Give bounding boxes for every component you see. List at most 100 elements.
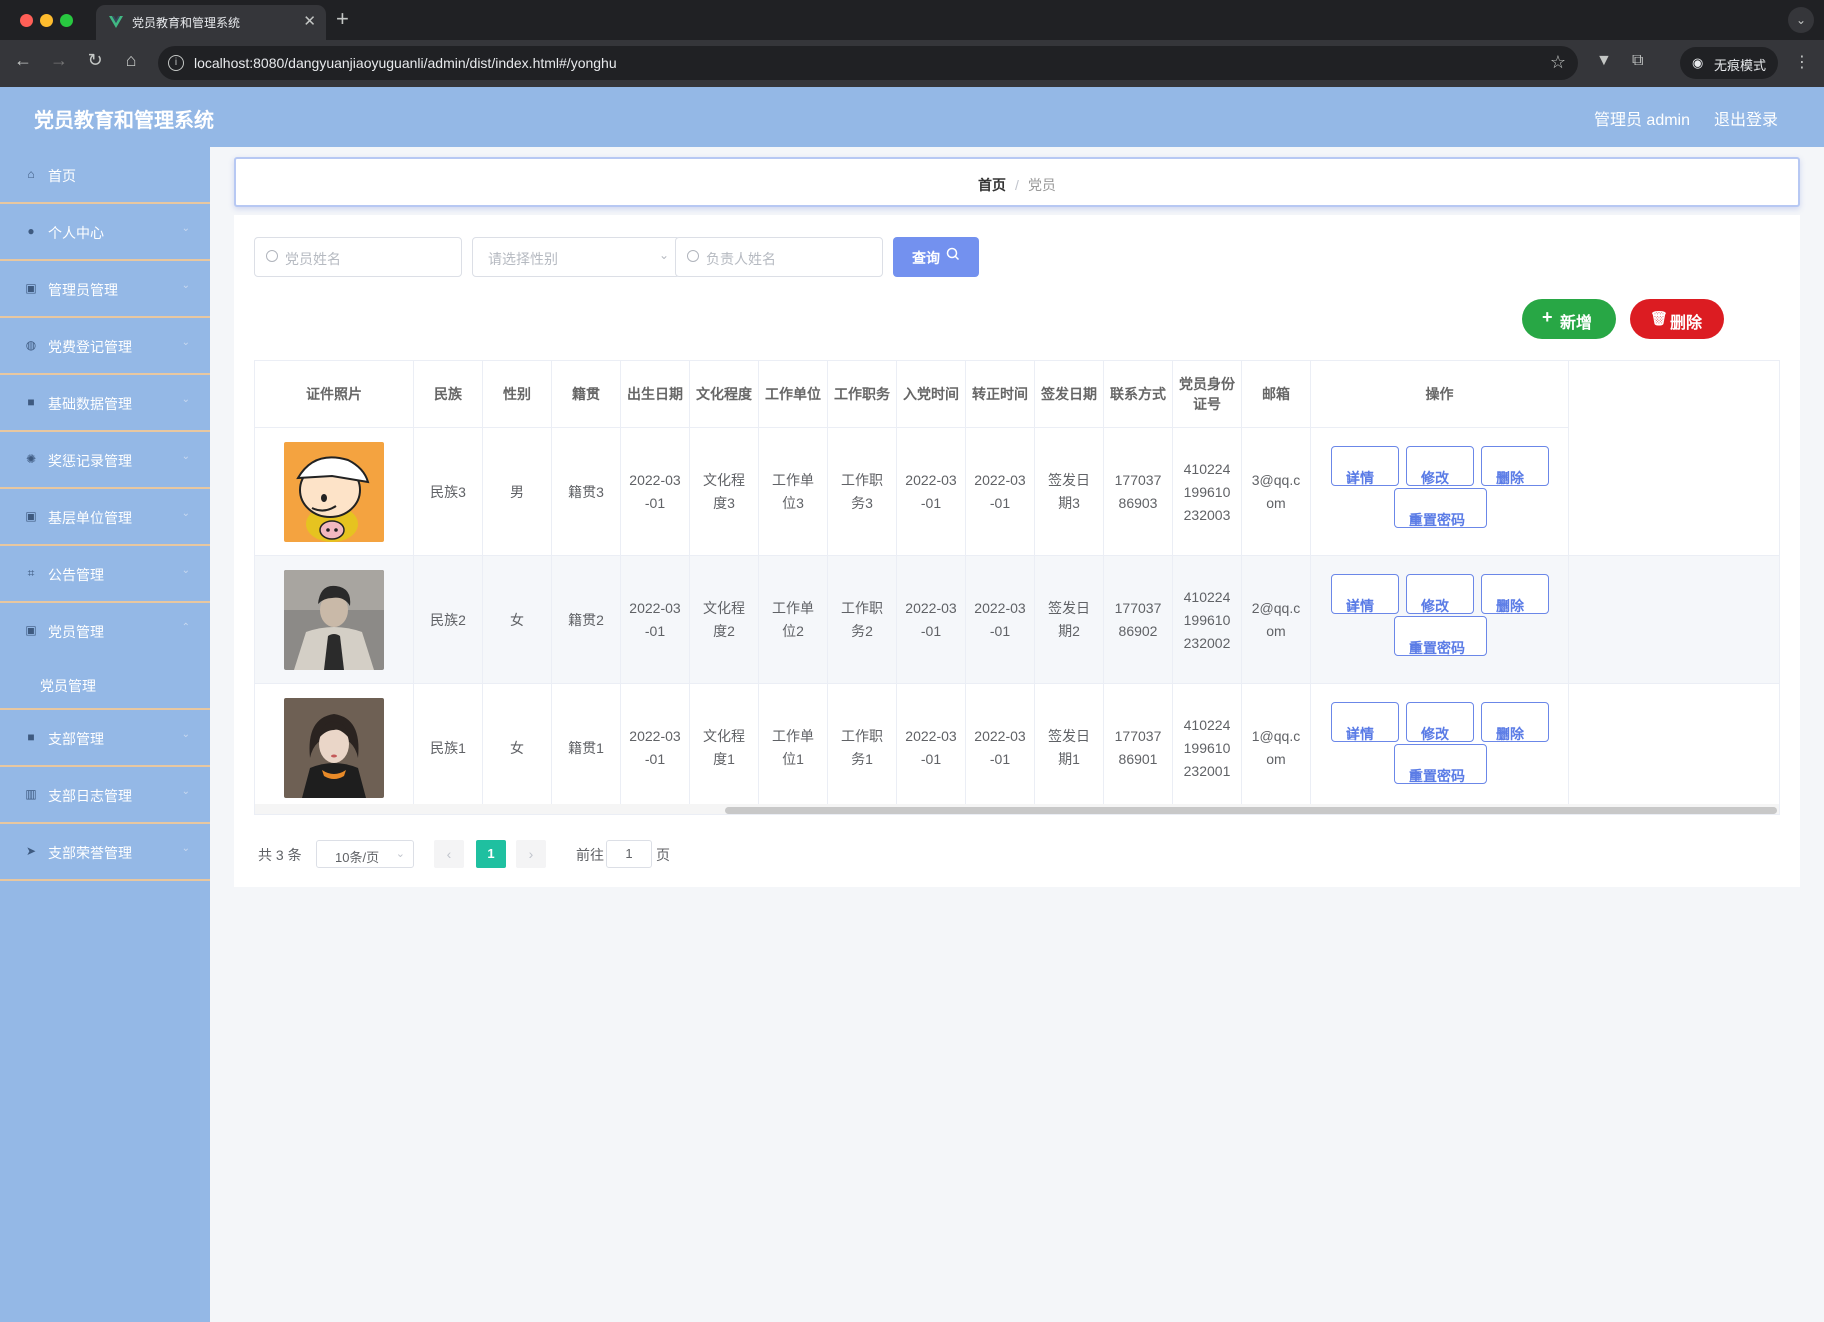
delete-label: 删除: [1496, 726, 1524, 742]
minimize-window-button[interactable]: [40, 14, 53, 27]
edit-button[interactable]: ✎ 修改: [1406, 702, 1474, 742]
url-text[interactable]: localhost:8080/dangyuanjiaoyuguanli/admi…: [194, 55, 617, 71]
id-number-cell: 410224199610232002: [1173, 556, 1242, 684]
edit-label: 修改: [1421, 726, 1449, 742]
sidebar-item-branches[interactable]: ■ 支部管理 ⌄: [0, 710, 210, 767]
settings-icon: ✺: [25, 452, 37, 466]
column-header: 入党时间: [897, 361, 966, 428]
goto-page-input[interactable]: 1: [606, 840, 652, 868]
work-position-cell: 工作职务3: [828, 428, 897, 556]
site-info-icon[interactable]: i: [168, 55, 184, 71]
sidebar-item-label: 管理员管理: [48, 282, 118, 298]
chevron-up-icon: ⌃: [181, 622, 190, 633]
incognito-badge[interactable]: ◉ 无痕模式: [1680, 47, 1778, 79]
prev-page-button[interactable]: ‹: [434, 840, 464, 868]
gender-cell: 男: [483, 428, 552, 556]
sidebar-item-rewards[interactable]: ✺ 奖惩记录管理 ⌄: [0, 432, 210, 489]
vue-devtools-icon[interactable]: ▼: [1596, 52, 1612, 70]
detail-label: 详情: [1346, 726, 1374, 742]
page-number-current[interactable]: 1: [476, 840, 506, 868]
maximize-window-button[interactable]: [60, 14, 73, 27]
reset-password-button[interactable]: ▤ 重置密码: [1394, 744, 1487, 784]
current-user: 管理员 admin: [1593, 112, 1690, 129]
browser-tab[interactable]: 党员教育和管理系统 ✕: [96, 5, 326, 40]
members-table: 证件照片 民族 性别 籍贯 出生日期 文化程度 工作单位 工作职务 入党时间 转…: [254, 360, 1780, 815]
breadcrumb-home[interactable]: 首页: [978, 177, 1006, 193]
row-delete-button[interactable]: 🗑 删除: [1481, 446, 1549, 486]
content-card: 党员姓名 请选择性别 ⌄ 负责人姓名 查询 + 新增 🗑 删除 证件照片 民族 …: [234, 215, 1800, 887]
sidebar-item-units[interactable]: ▣ 基层单位管理 ⌄: [0, 489, 210, 546]
sidebar-subitem-members[interactable]: 党员管理: [0, 660, 210, 710]
sidebar-item-admins[interactable]: ▣ 管理员管理 ⌄: [0, 261, 210, 318]
detail-label: 详情: [1346, 470, 1374, 486]
row-delete-button[interactable]: 🗑 删除: [1481, 702, 1549, 742]
edit-button[interactable]: ✎ 修改: [1406, 574, 1474, 614]
forward-icon[interactable]: →: [46, 50, 72, 71]
extensions-icon[interactable]: ⧉: [1632, 52, 1643, 70]
chevron-down-icon: ⌄: [181, 337, 190, 348]
breadcrumb-current: 党员: [1027, 177, 1056, 193]
column-header: 出生日期: [621, 361, 690, 428]
gender-cell: 女: [483, 684, 552, 812]
clipboard-icon: ▣: [25, 623, 37, 637]
member-name-input[interactable]: 党员姓名: [254, 237, 462, 277]
query-button[interactable]: 查询: [893, 237, 979, 277]
next-page-button[interactable]: ›: [516, 840, 546, 868]
page-size-select[interactable]: 10条/页 ⌄: [316, 840, 414, 868]
home-icon: ⌂: [27, 167, 35, 181]
sidebar-item-members[interactable]: ▣ 党员管理 ⌃: [0, 603, 210, 660]
phone-cell: 17703786901: [1104, 684, 1173, 812]
table-row: 民族1 女 籍贯1 2022-03-01 文化程度1 工作单位1 工作职务1 2…: [255, 684, 1779, 812]
sidebar-item-profile[interactable]: ● 个人中心 ⌄: [0, 204, 210, 261]
batch-delete-button[interactable]: 🗑 删除: [1630, 299, 1724, 339]
tab-menu-icon[interactable]: ⌄: [1788, 7, 1814, 33]
row-delete-button[interactable]: 🗑 删除: [1481, 574, 1549, 614]
horizontal-scrollbar[interactable]: [255, 804, 1779, 814]
origin-cell: 籍贯2: [552, 556, 621, 684]
close-window-button[interactable]: [20, 14, 33, 27]
new-tab-icon[interactable]: +: [336, 6, 349, 32]
sidebar-item-home[interactable]: ⌂ 首页: [0, 147, 210, 204]
app-title: 党员教育和管理系统: [34, 110, 214, 132]
issue-date-cell: 签发日期1: [1035, 684, 1104, 812]
detail-button[interactable]: ▤ 详情: [1331, 574, 1399, 614]
reload-icon[interactable]: ↻: [82, 50, 108, 71]
back-icon[interactable]: ←: [10, 50, 36, 71]
bookmark-star-icon[interactable]: ☆: [1550, 52, 1566, 73]
search-icon: [946, 247, 960, 264]
birth-date-cell: 2022-03-01: [621, 684, 690, 812]
sidebar-item-label: 奖惩记录管理: [48, 453, 132, 469]
tab-close-icon[interactable]: ✕: [303, 12, 316, 30]
home-icon[interactable]: ⌂: [118, 50, 144, 71]
edit-button[interactable]: ✎ 修改: [1406, 446, 1474, 486]
sidebar-item-dues[interactable]: ◍ 党费登记管理 ⌄: [0, 318, 210, 375]
ethnicity-cell: 民族1: [414, 684, 483, 812]
education-cell: 文化程度1: [690, 684, 759, 812]
logout-button[interactable]: 退出登录: [1714, 106, 1778, 130]
regular-date-cell: 2022-03-01: [966, 556, 1035, 684]
address-bar[interactable]: i localhost:8080/dangyuanjiaoyuguanli/ad…: [158, 46, 1578, 80]
scrollbar-thumb[interactable]: [725, 807, 1777, 814]
sidebar-item-label: 党员管理: [48, 624, 104, 640]
chevron-down-icon: ⌄: [181, 786, 190, 797]
incognito-label: 无痕模式: [1714, 58, 1767, 73]
sidebar-item-branch-logs[interactable]: ▥ 支部日志管理 ⌄: [0, 767, 210, 824]
delete-label: 删除: [1670, 315, 1703, 332]
manager-name-input[interactable]: 负责人姓名: [675, 237, 883, 277]
input-placeholder: 负责人姓名: [706, 251, 776, 267]
sidebar-item-notices[interactable]: ⌗ 公告管理 ⌄: [0, 546, 210, 603]
reset-password-button[interactable]: ▤ 重置密码: [1394, 616, 1487, 656]
add-button[interactable]: + 新增: [1522, 299, 1616, 339]
work-position-cell: 工作职务1: [828, 684, 897, 812]
sidebar-item-basedata[interactable]: ■ 基础数据管理 ⌄: [0, 375, 210, 432]
column-header: 证件照片: [255, 361, 414, 428]
gender-select[interactable]: 请选择性别 ⌄: [472, 237, 680, 277]
detail-button[interactable]: ▤ 详情: [1331, 446, 1399, 486]
tab-title: 党员教育和管理系统: [132, 16, 241, 30]
reset-password-button[interactable]: ▤ 重置密码: [1394, 488, 1487, 528]
sidebar-item-branch-honors[interactable]: ➤ 支部荣誉管理 ⌄: [0, 824, 210, 881]
sidebar-item-label: 个人中心: [48, 225, 104, 241]
work-unit-cell: 工作单位3: [759, 428, 828, 556]
browser-menu-icon[interactable]: ⋮: [1794, 52, 1810, 72]
detail-button[interactable]: ▤ 详情: [1331, 702, 1399, 742]
